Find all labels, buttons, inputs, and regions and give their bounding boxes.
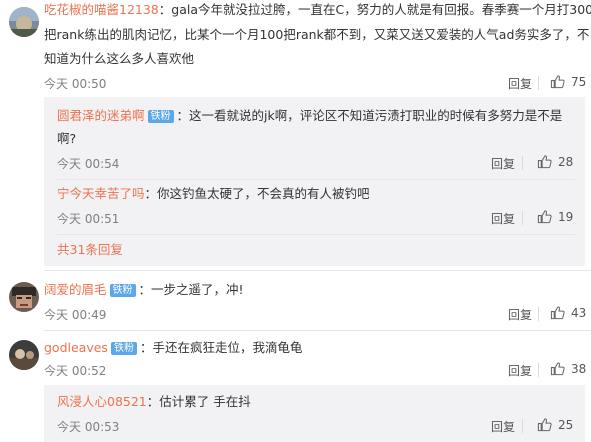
thumbs-up-icon [550,74,565,89]
like-count: 38 [571,361,587,376]
like-button[interactable]: 43 [550,305,586,320]
thumbs-up-icon [550,361,565,376]
divider [538,76,539,90]
avatar[interactable] [9,282,39,312]
timestamp: 今天 00:50 [44,77,107,91]
username[interactable]: 圆君泽的迷弟啊 [57,108,145,123]
timestamp: 今天 00:54 [57,157,120,171]
reply-button[interactable]: 回复 [491,418,515,435]
reply-body: 风浸人心08521：估计累了 手在抖 [57,392,251,412]
like-button[interactable]: 19 [537,209,573,224]
comment-body: godleaves 铁粉 ：手还在疯狂走位，我滴龟龟 [44,338,302,358]
like-count: 43 [571,305,587,320]
comment-text: 知道为什么这么多人喜欢他 [44,51,195,66]
comment-text: 把rank练出的肌肉记忆，比某个一个月100把rank都不到，又菜又送又爱装的人… [44,27,590,42]
username[interactable]: 阔爱的眉毛 [44,282,107,297]
avatar[interactable] [9,340,39,370]
divider [538,363,539,377]
fan-badge: 铁粉 [110,342,137,355]
reply-button[interactable]: 回复 [491,210,515,227]
reply-button[interactable]: 回复 [508,362,532,379]
thumbs-up-icon [537,209,552,224]
reply-body: 宁今天幸苦了吗：你这钓鱼太硬了，不会真的有人被钓吧 [57,184,370,204]
username[interactable]: godleaves [44,340,108,355]
divider [522,419,523,433]
divider [44,330,591,331]
reply-text: ：你这钓鱼太硬了，不会真的有人被钓吧 [144,186,370,201]
timestamp: 今天 00:49 [44,308,107,322]
like-button[interactable]: 75 [550,74,586,89]
like-button[interactable]: 38 [550,361,586,376]
comment-text: ：一步之遥了，冲! [138,282,244,297]
like-button[interactable]: 25 [537,417,573,432]
comment-text: ：手还在疯狂走位，我滴龟龟 [139,340,303,355]
timestamp: 今天 00:52 [44,364,107,378]
username[interactable]: 吃花椒的喵酱12138 [44,2,159,17]
comment-text: ： [158,2,172,17]
username[interactable]: 风浸人心08521 [57,394,147,409]
comment-text: gala今年就没拉过胯，一直在C，努力的人就是有回报。春季赛一个月打300 [171,2,591,17]
like-button[interactable]: 28 [537,154,573,169]
reply-text: ：这一看就说的jk啊，评论区不知道污渍打职业的时候有多努力是不是 [176,108,563,123]
avatar[interactable] [9,7,39,37]
reply-button[interactable]: 回复 [508,75,532,92]
divider [522,156,523,170]
fan-badge: 铁粉 [147,110,174,123]
reply-body: 圆君泽的迷弟啊 铁粉 ：这一看就说的jk啊，评论区不知道污渍打职业的时候有多努力是不… [57,106,562,126]
like-count: 28 [558,154,574,169]
timestamp: 今天 00:53 [57,420,120,434]
divider [522,211,523,225]
thumbs-up-icon [537,154,552,169]
comment-body: 吃花椒的喵酱12138：gala今年就没拉过胯，一直在C，努力的人就是有回报。春… [44,0,591,20]
like-count: 25 [558,417,574,432]
comment-body: 阔爱的眉毛 铁粉 ：一步之遥了，冲! [44,280,244,300]
divider [57,179,575,180]
divider [538,307,539,321]
reply-button[interactable]: 回复 [508,306,532,323]
fan-badge: 铁粉 [109,284,136,297]
reply-button[interactable]: 回复 [491,155,515,172]
like-count: 75 [571,74,587,89]
timestamp: 今天 00:51 [57,212,120,226]
like-count: 19 [558,209,574,224]
reply-text: 啊? [57,131,77,146]
username[interactable]: 宁今天幸苦了吗 [57,186,145,201]
thumbs-up-icon [537,417,552,432]
divider [57,234,575,235]
reply-text: ：估计累了 手在抖 [146,394,251,409]
thumbs-up-icon [550,305,565,320]
more-replies-link[interactable]: 共31条回复 [57,240,123,260]
divider [44,270,591,271]
